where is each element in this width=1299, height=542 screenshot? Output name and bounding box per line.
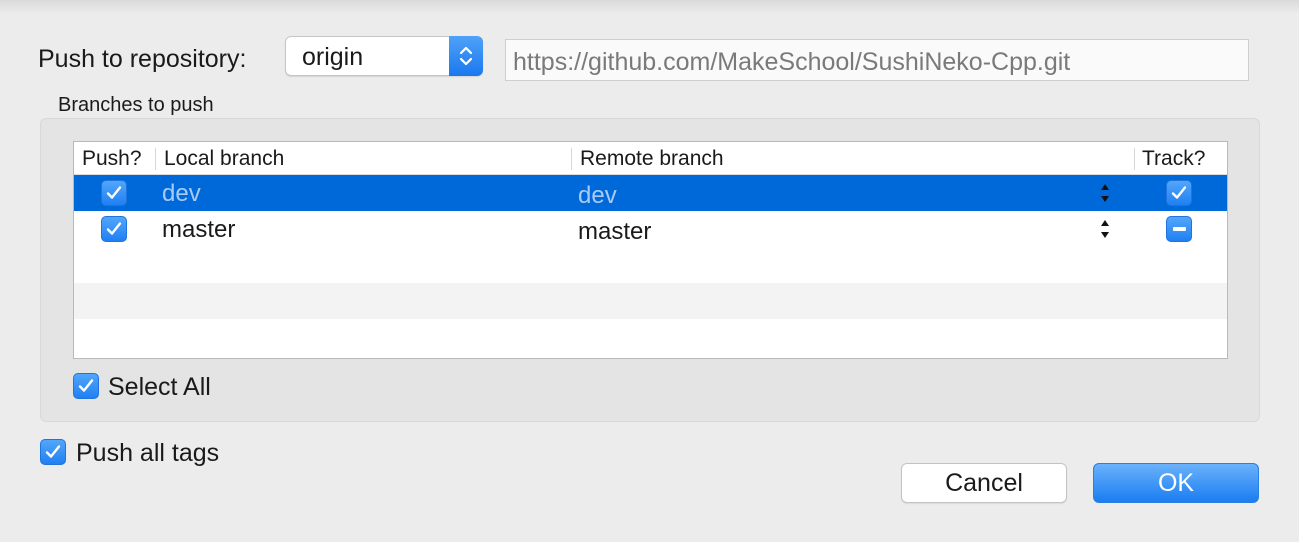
up-down-arrows-icon[interactable] — [1099, 182, 1111, 204]
repository-popup-value: origin — [302, 43, 364, 71]
remote-branch-popup[interactable]: master — [578, 218, 651, 246]
local-branch-name: master — [162, 216, 236, 243]
remote-branch-popup[interactable]: dev — [578, 182, 617, 210]
push-checkbox[interactable] — [101, 180, 127, 206]
checkmark-icon — [106, 222, 122, 235]
window-top-edge — [0, 0, 1299, 14]
branches-section-label: Branches to push — [58, 94, 214, 116]
checkmark-icon — [106, 186, 122, 199]
column-header-local-branch[interactable]: Local branch — [164, 146, 284, 172]
ok-button[interactable]: OK — [1093, 463, 1259, 503]
column-header-track[interactable]: Track? — [1142, 146, 1205, 172]
track-checkbox[interactable] — [1166, 180, 1192, 206]
empty-row — [74, 283, 1227, 319]
select-all-label[interactable]: Select All — [108, 372, 211, 402]
repository-url-field[interactable]: https://github.com/MakeSchool/SushiNeko-… — [505, 39, 1249, 81]
table-row[interactable]: dev dev — [74, 175, 1227, 211]
push-checkbox[interactable] — [101, 216, 127, 242]
repository-label: Push to repository: — [38, 45, 247, 73]
checkmark-icon — [1171, 186, 1187, 199]
column-header-push[interactable]: Push? — [82, 146, 142, 172]
branches-table[interactable]: Push? Local branch Remote branch Track? … — [73, 141, 1228, 359]
repository-popup[interactable]: origin — [285, 36, 483, 76]
push-all-tags-checkbox[interactable] — [40, 439, 66, 465]
up-down-arrows-icon[interactable] — [1099, 218, 1111, 240]
checkmark-icon — [78, 379, 94, 392]
checkmark-icon — [45, 445, 61, 458]
column-divider — [571, 148, 572, 170]
column-divider — [1134, 148, 1135, 170]
minus-icon — [1173, 227, 1186, 231]
empty-row — [74, 319, 1227, 355]
table-header: Push? Local branch Remote branch Track? — [74, 142, 1227, 175]
local-branch-name: dev — [162, 180, 201, 207]
table-row[interactable]: master master — [74, 211, 1227, 247]
select-all-checkbox[interactable] — [73, 373, 99, 399]
column-divider — [155, 148, 156, 170]
column-header-remote-branch[interactable]: Remote branch — [580, 146, 724, 172]
empty-row — [74, 247, 1227, 283]
popup-chevrons-icon — [449, 36, 483, 76]
push-all-tags-label[interactable]: Push all tags — [76, 438, 219, 468]
track-checkbox-mixed[interactable] — [1166, 216, 1192, 242]
cancel-button[interactable]: Cancel — [901, 463, 1067, 503]
